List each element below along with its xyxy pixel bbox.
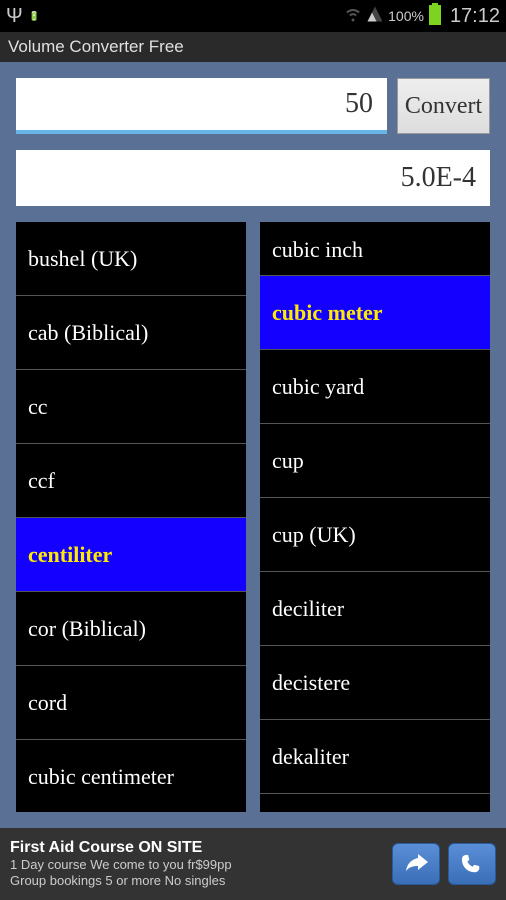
- target-unit-item[interactable]: cubic meter: [260, 276, 490, 350]
- source-unit-item[interactable]: cc: [16, 370, 246, 444]
- content-area: Convert 5.0E-4 bushel (UK)cab (Biblical)…: [0, 62, 506, 828]
- source-unit-item[interactable]: cor (Biblical): [16, 592, 246, 666]
- target-unit-item[interactable]: cup (UK): [260, 498, 490, 572]
- clock: 17:12: [450, 5, 500, 28]
- result-output: 5.0E-4: [16, 150, 490, 206]
- value-input[interactable]: [16, 78, 387, 134]
- source-unit-item[interactable]: ccf: [16, 444, 246, 518]
- battery-percent: 100%: [388, 8, 424, 24]
- input-row: Convert: [16, 78, 490, 134]
- target-unit-item[interactable]: decistere: [260, 646, 490, 720]
- target-unit-item[interactable]: cup: [260, 424, 490, 498]
- target-unit-item[interactable]: dekaliter: [260, 720, 490, 794]
- ad-line1: 1 Day course We come to you fr$99pp: [10, 857, 384, 873]
- battery-saver-icon: 🔋: [29, 11, 40, 22]
- source-unit-item[interactable]: bushel (UK): [16, 222, 246, 296]
- app-title-bar: Volume Converter Free: [0, 32, 506, 62]
- usb-icon: Ψ: [6, 5, 23, 28]
- ad-share-button[interactable]: [392, 843, 440, 885]
- battery-icon: [428, 3, 442, 30]
- target-unit-list[interactable]: cubic inchcubic metercubic yardcupcup (U…: [260, 222, 490, 812]
- status-bar: Ψ 🔋 100% 17:12: [0, 0, 506, 32]
- ad-banner[interactable]: First Aid Course ON SITE 1 Day course We…: [0, 828, 506, 900]
- ad-line2: Group bookings 5 or more No singles: [10, 873, 384, 889]
- ad-title: First Aid Course ON SITE: [10, 839, 384, 857]
- target-unit-item[interactable]: deciliter: [260, 572, 490, 646]
- source-unit-item[interactable]: cubic centimeter: [16, 740, 246, 812]
- unit-lists: bushel (UK)cab (Biblical)ccccfcentiliter…: [16, 222, 490, 812]
- convert-button[interactable]: Convert: [397, 78, 490, 134]
- ad-text: First Aid Course ON SITE 1 Day course We…: [10, 839, 384, 888]
- source-unit-item[interactable]: cab (Biblical): [16, 296, 246, 370]
- source-unit-list[interactable]: bushel (UK)cab (Biblical)ccccfcentiliter…: [16, 222, 246, 812]
- source-unit-item[interactable]: cord: [16, 666, 246, 740]
- target-unit-item[interactable]: cubic inch: [260, 222, 490, 276]
- source-unit-item[interactable]: centiliter: [16, 518, 246, 592]
- target-unit-item[interactable]: cubic yard: [260, 350, 490, 424]
- ad-call-button[interactable]: [448, 843, 496, 885]
- app-title: Volume Converter Free: [8, 37, 184, 57]
- wifi-icon: [344, 5, 362, 28]
- signal-icon: [366, 5, 384, 28]
